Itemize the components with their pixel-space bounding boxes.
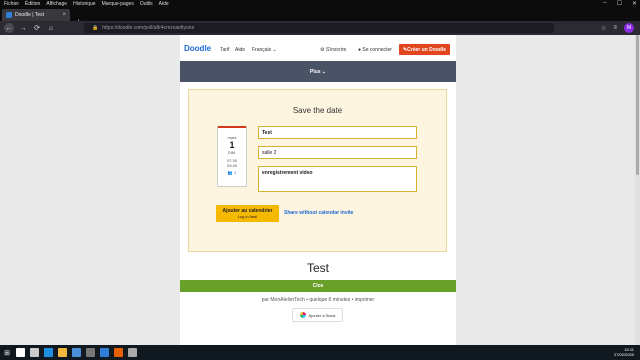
url-text: https://doodle.com/poll/u8r4cmzxaefiyune	[102, 25, 195, 31]
calculator-icon[interactable]	[86, 348, 95, 357]
system-tray[interactable]: 15:11 27/02/2020	[614, 347, 634, 357]
calendar-time-end: 09:45	[226, 163, 237, 168]
tab-doodle[interactable]: Doodle | Test ×	[2, 9, 70, 21]
tab-title: Doodle | Test	[15, 12, 45, 18]
event-location-field[interactable]: salle 2	[258, 146, 417, 159]
window-controls: – ☐ ✕	[603, 0, 637, 7]
taskbar-icons	[16, 348, 137, 357]
more-label: Plus ⌄	[309, 68, 327, 75]
participants-count: 👥 1	[218, 170, 246, 175]
add-to-calendar-sub: Log in first!	[237, 214, 258, 219]
calendar-day: 1	[229, 140, 235, 150]
login-label: Se connecter	[362, 47, 392, 53]
poll-title: Test	[306, 261, 329, 275]
event-name-field[interactable]: Test	[258, 126, 417, 139]
signup-label: S'inscrire	[325, 47, 347, 53]
lock-icon: 🔒	[92, 25, 99, 31]
create-doodle-button[interactable]: ✎ Créer un Doodle	[399, 44, 450, 55]
language-select[interactable]: Français ⌄	[252, 47, 277, 53]
forward-button[interactable]: →	[18, 23, 28, 33]
add-to-slack-button[interactable]: Ajouter à Slack	[292, 308, 343, 322]
doodle-page: Doodle Tarif Aide Français ⌄ ⚙ S'inscrir…	[180, 35, 456, 345]
store-icon[interactable]	[72, 348, 81, 357]
slack-icon	[299, 312, 306, 318]
tab-strip: Doodle | Test × +	[0, 8, 640, 26]
doodle-logo[interactable]: Doodle	[184, 44, 211, 53]
doodle-favicon-icon	[6, 12, 12, 18]
close-tab-icon[interactable]: ×	[62, 12, 66, 18]
more-bar[interactable]: Plus ⌄	[180, 61, 456, 82]
windows-taskbar: ⊞ 15:11 27/02/2020	[0, 345, 640, 360]
task-view-icon[interactable]	[30, 348, 39, 357]
search-icon[interactable]	[16, 348, 25, 357]
edge-icon[interactable]	[44, 348, 53, 357]
menu-help[interactable]: Aide	[159, 1, 169, 7]
firefox-icon[interactable]	[114, 348, 123, 357]
menu-edit[interactable]: Édition	[25, 1, 40, 7]
signup-link[interactable]: ⚙ S'inscrire	[320, 47, 346, 53]
calendar-weekday: DIM.	[227, 150, 237, 155]
minimize-button[interactable]: –	[603, 0, 606, 7]
back-button[interactable]: ←	[4, 23, 14, 33]
explorer-icon[interactable]	[58, 348, 67, 357]
mail-icon[interactable]	[100, 348, 109, 357]
scrollbar-thumb[interactable]	[636, 35, 639, 175]
hamburger-menu-icon[interactable]: ≡	[613, 25, 617, 31]
start-button[interactable]: ⊞	[0, 345, 14, 360]
menu-tools[interactable]: Outils	[140, 1, 153, 7]
address-bar[interactable]: 🔒 https://doodle.com/poll/u8r4cmzxaefiyu…	[84, 23, 554, 33]
calendar-date-badge: mars 1 DIM. 07:30 09:45 👥 1	[217, 126, 247, 187]
menu-file[interactable]: Fichier	[4, 1, 19, 7]
poll-byline: par MonAtelierTech • quelque 6 minutes •…	[261, 297, 375, 303]
slack-label: Ajouter à Slack	[308, 312, 336, 318]
nav-link-pricing[interactable]: Tarif	[220, 47, 229, 53]
create-label: Créer un Doodle	[407, 46, 447, 53]
poll-status-bar: Clos	[180, 280, 456, 292]
card-title: Save the date	[292, 106, 343, 115]
people-icon: 👥	[227, 170, 233, 175]
bookmark-star-icon[interactable]: ☆	[601, 25, 606, 32]
maximize-button[interactable]: ☐	[617, 0, 622, 7]
clock-date: 27/02/2020	[613, 352, 634, 357]
menu-view[interactable]: Affichage	[46, 1, 67, 7]
participants-value: 1	[233, 170, 237, 175]
share-without-invite-link[interactable]: Share without calendar invite	[284, 210, 353, 216]
menu-bookmarks[interactable]: Marque-pages	[102, 1, 134, 7]
login-link[interactable]: ● Se connecter	[358, 47, 392, 53]
event-note-field[interactable]: enregistrement video	[258, 166, 417, 192]
avatar[interactable]: M	[624, 23, 634, 33]
reload-button[interactable]: ⟳	[32, 23, 42, 33]
home-button[interactable]: ⌂	[46, 23, 56, 33]
settings-icon[interactable]	[128, 348, 137, 357]
menu-bar: Fichier Édition Affichage Historique Mar…	[0, 0, 640, 8]
page-scrollbar[interactable]	[635, 35, 640, 345]
menu-history[interactable]: Historique	[73, 1, 96, 7]
close-window-button[interactable]: ✕	[632, 0, 637, 7]
nav-link-help[interactable]: Aide	[235, 47, 245, 53]
poll-status: Clos	[312, 283, 324, 289]
toolbar-right: ☆ ≡ M	[601, 23, 634, 33]
site-header: Doodle Tarif Aide Français ⌄ ⚙ S'inscrir…	[180, 35, 456, 61]
add-to-calendar-button[interactable]: Ajouter au calendrier Log in first!	[216, 205, 279, 222]
save-the-date-card: Save the date mars 1 DIM. 07:30 09:45 👥 …	[188, 89, 447, 252]
